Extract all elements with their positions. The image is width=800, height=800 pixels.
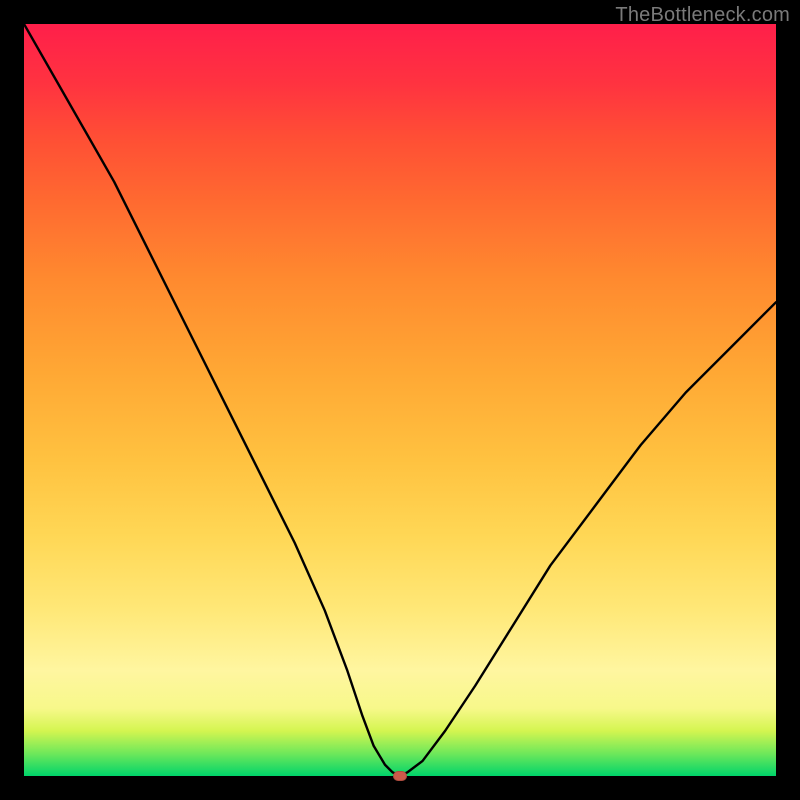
watermark-text: TheBottleneck.com — [615, 4, 790, 27]
optimal-point-marker — [393, 771, 407, 781]
plot-area — [24, 24, 776, 776]
chart-frame: TheBottleneck.com — [0, 0, 800, 800]
bottleneck-curve — [24, 24, 776, 776]
